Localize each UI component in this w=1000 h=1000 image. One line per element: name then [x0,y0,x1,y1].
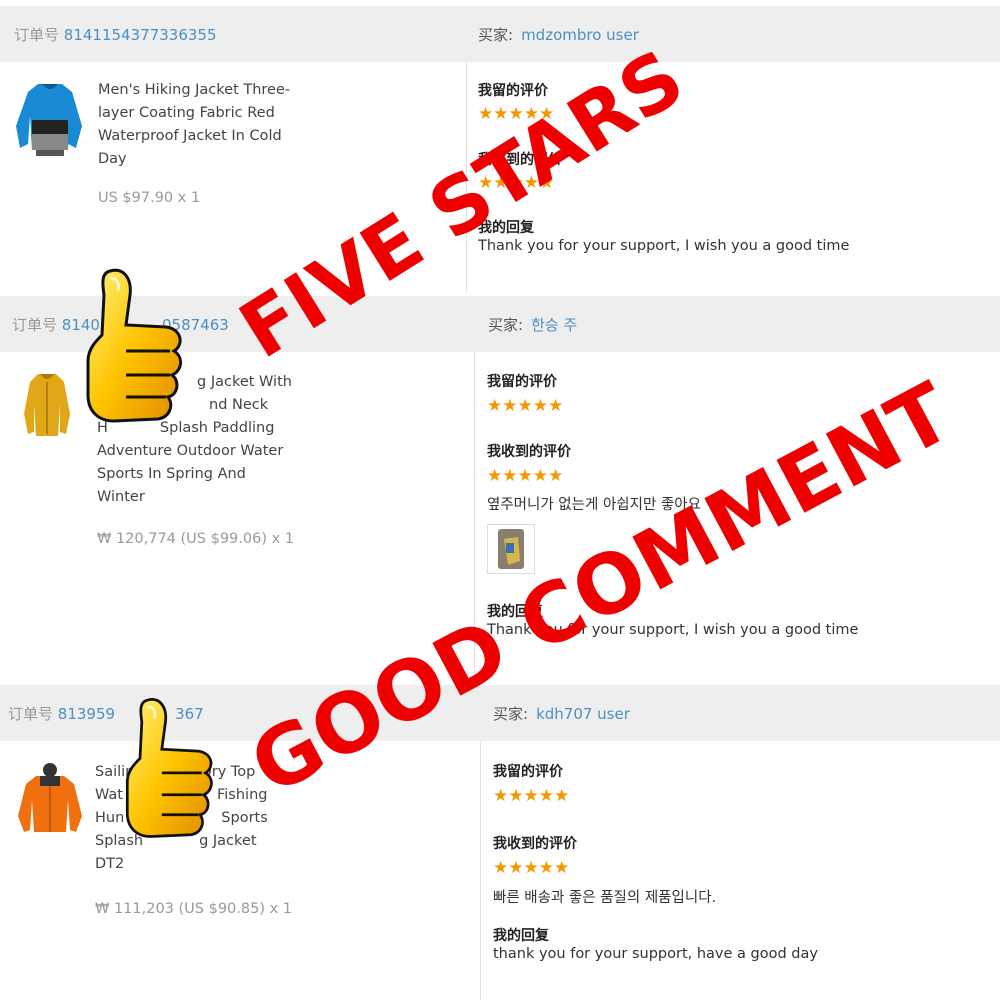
my-reply-text: thank you for your support, have a good … [493,946,818,962]
my-reply-text: Thank you for your support, I wish you a… [478,238,850,254]
good-comment-stamp: GOOD COMMENT [236,365,967,814]
buyer-link[interactable]: 한승 주 [531,316,577,334]
thumbs-up-icon [86,268,182,423]
buyer: 买家: 한승 주 [488,316,578,334]
order-number: 订单号 8141154377336355 [14,26,217,44]
order-number-link[interactable]: 8141154377336355 [64,26,217,44]
review-photo[interactable] [487,524,535,574]
column-divider [480,741,481,1000]
product-title[interactable]: Men's Hiking Jacket Three-layer Coating … [98,79,298,171]
thumbs-up-icon [125,698,213,838]
product-thumbnail-blue-jacket[interactable] [14,78,86,158]
review-photo-image [498,529,524,569]
my-review-label: 我留的评价 [493,764,563,780]
received-review-stars: ★★★★★ [493,858,570,878]
my-review-label: 我留的评价 [478,83,548,99]
order-header: 订单号 8141154377336355 买家: mdzombro user [0,6,1000,62]
received-review-label: 我收到的评价 [487,444,571,460]
my-review-stars: ★★★★★ [487,396,564,416]
my-review-label: 我留的评价 [487,374,557,390]
product-price: ₩ 120,774 (US $99.06) x 1 [97,531,295,547]
buyer: 买家: mdzombro user [478,26,639,44]
buyer: 买家: kdh707 user [493,705,630,723]
product-price: ₩ 111,203 (US $90.85) x 1 [95,901,293,917]
product-thumbnail-yellow-jacket[interactable] [22,370,72,440]
received-review-label: 我收到的评价 [493,836,577,852]
my-review-stars: ★★★★★ [493,786,570,806]
product-thumbnail-orange-jacket[interactable] [14,760,86,840]
buyer-link[interactable]: mdzombro user [521,26,639,44]
product-price: US $97.90 x 1 [98,190,201,206]
received-review-stars: ★★★★★ [487,466,564,486]
buyer-link[interactable]: kdh707 user [536,705,630,723]
received-review-text: 빠른 배송과 좋은 품질의 제품입니다. [493,890,717,906]
my-reply-label: 我的回复 [493,928,549,944]
